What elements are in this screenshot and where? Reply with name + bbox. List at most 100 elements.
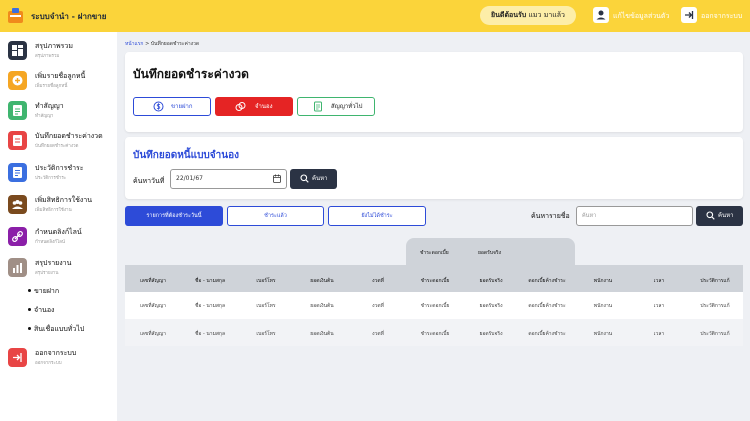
sidebar-item-line-link[interactable]: กำหนดลิงก์ไลน์ กำหนดลิงก์ไลน์ xyxy=(8,225,113,251)
user-name: แมว มาแล้ว xyxy=(528,11,565,19)
search-button-label: ค้นหา xyxy=(718,212,734,219)
report-chart-icon xyxy=(8,258,27,277)
sidebar-item-label: เพิ่มรายชื่อลูกหนี้ xyxy=(35,72,86,80)
breadcrumb-home[interactable]: หน้าแรก xyxy=(125,41,143,47)
table-cell: งวดที่ xyxy=(372,331,384,337)
logout-button[interactable]: ออกจากระบบ xyxy=(681,7,743,25)
edit-profile-label: แก้ไขข้อมูลส่วนตัว xyxy=(613,12,670,20)
sidebar-item-add-debtor[interactable]: เพิ่มรายชื่อลูกหนี้ เพิ่มรายชื่อลูกหนี้ xyxy=(8,69,113,95)
mode-label: จำนอง xyxy=(255,103,273,110)
table-cell: ยอดเงินต้น xyxy=(310,331,334,337)
welcome-label: ยินดีต้อนรับ xyxy=(491,11,527,19)
sidebar-subitem-general-loan[interactable]: สินเชื่อแบบทั่วไป xyxy=(27,324,84,335)
table-cell: เวลา xyxy=(653,331,665,337)
group-header-interest: ชำระดอกเบี้ย xyxy=(420,250,449,256)
sidebar-subitem-consignment[interactable]: ขายฝาก xyxy=(27,286,59,297)
search-icon xyxy=(706,211,715,220)
mortgage-mode-button[interactable]: จำนอง xyxy=(215,97,293,116)
breadcrumb-current: บันทึกยอดชำระค่างวด xyxy=(150,41,200,47)
coins-icon xyxy=(235,102,246,111)
sidebar-item-label: สรุปภาพรวม xyxy=(35,42,73,50)
sidebar-item-label: กำหนดลิงก์ไลน์ xyxy=(35,228,82,236)
sidebar-item-label: สรุปรายงาน xyxy=(35,259,72,267)
column-header: ประวัติการแก้ xyxy=(700,278,730,284)
app-title: ระบบจำนำ - ฝากขาย xyxy=(31,12,107,21)
sidebar-item-label: ประวัติการชำระ xyxy=(35,164,84,172)
sidebar-item-label: ทำสัญญา xyxy=(35,102,64,110)
table-cell: เบอร์โทร xyxy=(256,331,276,337)
tab-due-today[interactable]: รายการที่ต้องชำระวันนี้ xyxy=(125,206,223,226)
column-header: เลขที่สัญญา xyxy=(140,278,166,284)
sidebar-item-sublabel: กำหนดลิงก์ไลน์ xyxy=(35,240,65,245)
breadcrumb-separator: > xyxy=(145,41,150,47)
calendar-icon[interactable] xyxy=(273,174,281,183)
mode-label: ขายฝาก xyxy=(171,103,193,110)
date-search-button[interactable]: ค้นหา xyxy=(290,169,337,189)
table-cell: เลขที่สัญญา xyxy=(140,331,166,337)
column-header: ชื่อ - นามสกุล xyxy=(194,278,226,284)
sidebar-item-overview[interactable]: สรุปภาพรวม สรุปภาพรวม xyxy=(8,39,113,65)
sidebar-item-sublabel: เพิ่มสิทธิการใช้งาน xyxy=(35,208,72,213)
table-cell: ประวัติการแก้ xyxy=(700,331,730,337)
column-header: งวดที่ xyxy=(372,278,384,284)
sidebar-item-sublabel: ออกจากระบบ xyxy=(35,361,62,366)
users-icon xyxy=(8,195,27,214)
table-cell: ชำระดอกเบี้ย xyxy=(420,303,450,309)
sidebar-item-label: เพิ่มสิทธิการใช้งาน xyxy=(35,196,93,204)
table-cell: เลขที่สัญญา xyxy=(140,303,166,309)
sidebar-item-report[interactable]: สรุปรายงาน สรุปรายงาน xyxy=(8,256,113,282)
sidebar-item-contract[interactable]: ทำสัญญา ทำสัญญา xyxy=(8,99,113,125)
logout-label: ออกจากระบบ xyxy=(701,12,743,20)
name-search-button[interactable]: ค้นหา xyxy=(696,206,743,226)
column-header: ดอกเบี้ยค้างชำระ xyxy=(528,278,566,284)
top-bar: ระบบจำนำ - ฝากขาย ยินดีต้อนรับ แมว มาแล้… xyxy=(0,0,750,32)
table-cell: ดอกเบี้ยค้างชำระ xyxy=(528,303,566,309)
sidebar-item-sublabel: เพิ่มรายชื่อลูกหนี้ xyxy=(35,84,68,89)
document-icon xyxy=(314,101,322,112)
name-search-input[interactable]: ค้นหา xyxy=(576,206,693,226)
table-cell: พนักงาน xyxy=(593,303,613,309)
date-input[interactable]: 22/01/67 xyxy=(170,169,287,189)
table-cell: เบอร์โทร xyxy=(256,303,276,309)
name-search-label: ค้นหารายชื่อ xyxy=(531,212,570,220)
breadcrumb: หน้าแรก > บันทึกยอดชำระค่างวด xyxy=(125,40,199,48)
search-button-label: ค้นหา xyxy=(312,175,328,182)
history-icon xyxy=(8,163,27,182)
pawn-shop-logo-icon xyxy=(8,8,23,23)
table-cell: ชื่อ - นามสกุล xyxy=(194,331,226,337)
sidebar-item-logout[interactable]: ออกจากระบบ ออกจากระบบ xyxy=(8,346,113,372)
column-header: ยอดเงินต้น xyxy=(310,278,334,284)
sidebar-item-sublabel: ประวัติการชำระ xyxy=(35,176,67,181)
date-search-label: ค้นหาวันที่ xyxy=(133,177,165,185)
column-header: ยอดรับจริง xyxy=(479,278,503,284)
group-header-received: ยอดรับจริง xyxy=(478,250,502,256)
sidebar-item-label: ออกจากระบบ xyxy=(35,349,77,357)
sidebar-item-sublabel: ทำสัญญา xyxy=(35,114,54,119)
table-cell: ยอดเงินต้น xyxy=(310,303,334,309)
tab-unpaid[interactable]: ยังไม่ได้ชำระ xyxy=(328,206,426,226)
section-title: บันทึกยอดหนี้แบบจำนอง xyxy=(133,150,239,161)
dollar-icon xyxy=(153,101,164,112)
sidebar-item-sublabel: บันทึกยอดชำระค่างวด xyxy=(35,144,79,149)
consignment-mode-button[interactable]: ขายฝาก xyxy=(133,97,211,116)
column-header: ชำระดอกเบี้ย xyxy=(420,278,450,284)
table-cell: ดอกเบี้ยค้างชำระ xyxy=(528,331,566,337)
table-cell: เวลา xyxy=(653,303,665,309)
sidebar-item-add-permission[interactable]: เพิ่มสิทธิการใช้งาน เพิ่มสิทธิการใช้งาน xyxy=(8,193,113,219)
table-cell: ชื่อ - นามสกุล xyxy=(194,303,226,309)
sidebar-item-record-payment[interactable]: บันทึกยอดชำระค่างวด บันทึกยอดชำระค่างวด xyxy=(8,129,113,155)
payment-icon xyxy=(8,131,27,150)
column-header: เบอร์โทร xyxy=(256,278,276,284)
table-cell: ชำระดอกเบี้ย xyxy=(420,331,450,337)
mortgage-section-card xyxy=(125,137,743,199)
edit-profile-button[interactable]: แก้ไขข้อมูลส่วนตัว xyxy=(593,7,673,25)
date-value: 22/01/67 xyxy=(176,175,203,182)
general-contract-mode-button[interactable]: สัญญาทั่วไป xyxy=(297,97,375,116)
table-cell: ยอดรับจริง xyxy=(479,331,503,337)
sidebar-item-sublabel: สรุปรายงาน xyxy=(35,271,59,276)
logout-icon xyxy=(8,348,27,367)
dashboard-icon xyxy=(8,41,27,60)
tab-paid[interactable]: ชำระแล้ว xyxy=(227,206,324,226)
sidebar-item-payment-history[interactable]: ประวัติการชำระ ประวัติการชำระ xyxy=(8,161,113,187)
sidebar-subitem-mortgage[interactable]: จำนอง xyxy=(27,305,54,316)
